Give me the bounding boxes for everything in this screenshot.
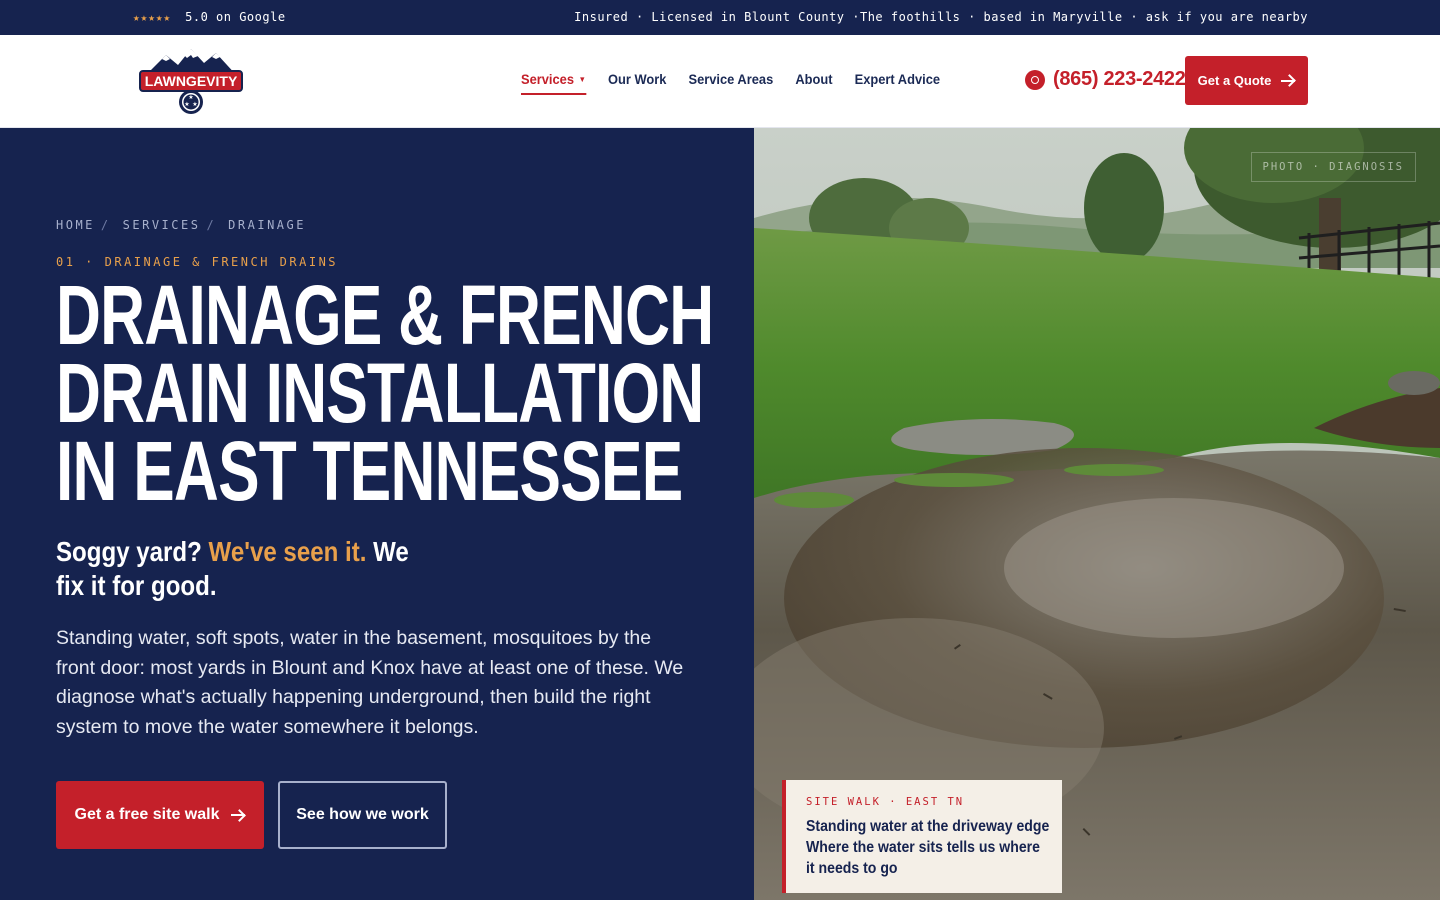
caption-title: Standing water at the driveway edge Wher…: [806, 818, 1050, 877]
nav-item-services[interactable]: Services ▼: [521, 71, 586, 95]
caption-eyebrow: SITE WALK · EAST TN: [806, 796, 965, 808]
page-title: DRAINAGE & FRENCH DRAIN INSTALLATION IN …: [56, 268, 714, 518]
nav-item-label: About: [795, 71, 833, 87]
svg-text:★: ★: [192, 101, 197, 108]
star-icon: ★★★★★: [133, 10, 172, 24]
chevron-down-icon: ▼: [578, 75, 586, 84]
title-line: IN EAST TENNESSEE: [56, 424, 683, 518]
svg-text:★: ★: [188, 94, 193, 101]
phone-icon: [1025, 69, 1045, 90]
see-how-we-work-button[interactable]: See how we work: [278, 781, 447, 849]
title-line: DRAIN INSTALLATION: [56, 346, 704, 440]
logo-mountain-icon: LAWNGEVITY ★ ★ ★: [139, 49, 243, 114]
arrow-right-icon: [231, 814, 246, 816]
breadcrumb-services[interactable]: SERVICES: [123, 218, 201, 232]
rating-text: 5.0 on Google: [185, 10, 286, 24]
title-line: DRAINAGE & FRENCH: [56, 268, 714, 362]
breadcrumb-separator: /: [100, 218, 111, 232]
photo-tag: PHOTO · DIAGNOSIS: [1250, 152, 1416, 182]
hero-section: HOME / SERVICES / DRAINAGE 01 · DRAINAGE &…: [0, 128, 754, 900]
get-quote-label: Get a Quote: [1197, 73, 1272, 88]
arrow-right-icon: [1281, 79, 1296, 82]
phone-number: (865) 223-2422: [1053, 68, 1186, 90]
nav-item-service-areas[interactable]: Service Areas: [688, 71, 773, 95]
get-quote-button[interactable]: Get a Quote: [1185, 56, 1308, 105]
nav-item-our-work[interactable]: Our Work: [608, 71, 666, 95]
google-rating[interactable]: ★★★★★ 5.0 on Google: [133, 10, 286, 24]
breadcrumb: HOME / SERVICES / DRAINAGE: [56, 218, 306, 232]
see-how-we-work-label: See how we work: [296, 806, 429, 823]
trust-tagline: Insured · Licensed in Blount County ·The…: [574, 10, 1308, 24]
section-eyebrow: 01 · DRAINAGE & FRENCH DRAINS: [56, 255, 339, 269]
free-site-walk-label: Get a free site walk: [74, 806, 220, 823]
main-nav: Services ▼ Our Work Service Areas About E…: [521, 71, 940, 95]
subhead-accent: We've seen it.: [208, 536, 367, 567]
svg-text:★: ★: [184, 101, 189, 108]
nav-item-label: Our Work: [607, 71, 667, 87]
lawngevity-logo[interactable]: LAWNGEVITY ★ ★ ★: [138, 45, 244, 117]
breadcrumb-home[interactable]: HOME: [56, 218, 95, 232]
hero-subhead: Soggy yard? We've seen it. We fix it for…: [56, 535, 434, 603]
hero-body-text: Standing water, soft spots, water in the…: [56, 627, 684, 738]
phone-link[interactable]: (865) 223-2422: [1025, 68, 1186, 91]
nav-item-about[interactable]: About: [795, 71, 832, 95]
subhead-part: Soggy yard?: [56, 536, 202, 567]
breadcrumb-separator: /: [206, 218, 217, 232]
nav-item-label: Expert Advice: [854, 71, 941, 87]
nav-item-label: Service Areas: [688, 71, 774, 87]
nav-item-expert-advice[interactable]: Expert Advice: [855, 71, 940, 95]
breadcrumb-drainage: DRAINAGE: [228, 218, 306, 232]
photo-caption-card: SITE WALK · EAST TN Standing water at th…: [782, 780, 1062, 893]
hero-photo: PHOTO · DIAGNOSIS SITE WALK · EAST TN St…: [754, 128, 1440, 900]
site-header: LAWNGEVITY ★ ★ ★ Services ▼ Our Work Serv…: [0, 35, 1440, 128]
svg-text:LAWNGEVITY: LAWNGEVITY: [145, 73, 238, 89]
free-site-walk-button[interactable]: Get a free site walk: [56, 781, 264, 849]
top-utility-bar: ★★★★★ 5.0 on Google Insured · Licensed i…: [0, 0, 1440, 35]
nav-item-label: Services: [521, 71, 575, 87]
